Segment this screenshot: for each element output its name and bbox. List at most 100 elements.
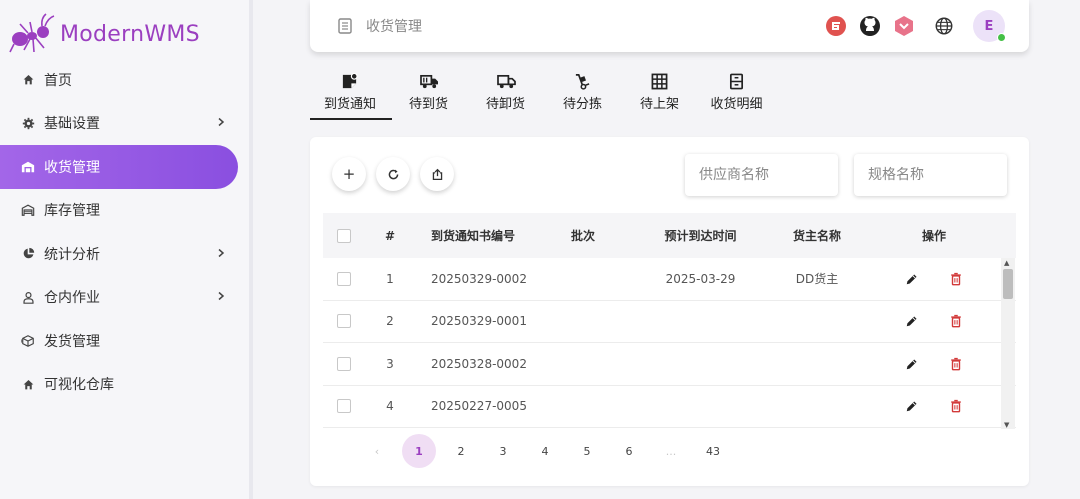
last-page-button[interactable]: 43 — [696, 434, 730, 468]
tab-2[interactable]: 待卸货 — [467, 62, 544, 120]
edit-icon[interactable] — [904, 313, 920, 329]
chevron-right-icon — [216, 115, 226, 131]
row-checkbox-cell — [323, 356, 365, 371]
table-row[interactable]: 3 20250328-0002 — [323, 343, 1016, 386]
edit-icon[interactable] — [904, 398, 920, 414]
cell-actions — [854, 313, 1014, 329]
delete-icon[interactable] — [948, 313, 964, 329]
delete-icon[interactable] — [948, 398, 964, 414]
row-checkbox[interactable] — [337, 356, 351, 371]
row-checkbox[interactable] — [337, 399, 351, 414]
col-header-actions: 操作 — [921, 229, 946, 243]
sidebar-item-6[interactable]: 发货管理 — [0, 319, 238, 363]
github-icon[interactable] — [859, 15, 881, 37]
sidebar-item-0[interactable]: 首页 — [0, 58, 238, 102]
tab-5[interactable]: 收货明细 — [698, 62, 775, 120]
row-actions — [904, 271, 964, 287]
sidebar-item-1[interactable]: 基础设置 — [0, 102, 238, 146]
brand-icon[interactable] — [893, 15, 915, 37]
row-checkbox[interactable] — [337, 314, 351, 329]
delete-icon[interactable] — [948, 271, 964, 287]
page-button[interactable]: 3 — [486, 434, 520, 468]
ant-logo-icon — [9, 13, 55, 53]
page-button[interactable]: 1 — [402, 434, 436, 468]
col-header-index: # — [384, 228, 396, 243]
page-button[interactable]: 2 — [444, 434, 478, 468]
supplier-name-input[interactable] — [685, 154, 838, 196]
table-row[interactable]: 4 20250227-0005 — [323, 386, 1016, 428]
page-button[interactable]: 5 — [570, 434, 604, 468]
tab-label: 待到货 — [408, 97, 448, 112]
sidebar-item-4[interactable]: 统计分析 — [0, 232, 238, 276]
page-title: 收货管理 — [366, 19, 422, 35]
sidebar-item-7[interactable]: 可视化仓库 — [0, 363, 238, 407]
sidebar-item-5[interactable]: 仓内作业 — [0, 276, 238, 320]
sidebar-item-label: 收货管理 — [44, 159, 100, 176]
table-row[interactable]: 1 20250329-0002 2025-03-29 DD货主 — [323, 258, 1016, 301]
note-icon — [341, 72, 359, 91]
sidebar-item-3[interactable]: 库存管理 — [0, 189, 238, 233]
refresh-button[interactable] — [376, 157, 410, 191]
table-scrollbar[interactable]: ▲ ▼ — [1001, 258, 1015, 429]
brand-name: ModernWMS — [60, 21, 200, 47]
cell-index: 3 — [386, 356, 394, 371]
cell-owner: DD货主 — [795, 272, 839, 287]
pagination: ‹ 1 2 3 4 5 6... 43 — [360, 434, 738, 468]
header-bar: 收货管理 E — [310, 0, 1029, 52]
col-header-batch: 批次 — [570, 229, 595, 243]
globe-icon[interactable] — [933, 15, 955, 37]
warehouse-in-icon — [20, 159, 36, 175]
cell-index: 1 — [386, 271, 394, 286]
sidebar-menu: 首页基础设置收货管理库存管理统计分析仓内作业 发货管理 可视化仓库 — [0, 58, 253, 406]
export-icon — [432, 168, 442, 180]
table-body: 1 20250329-0002 2025-03-29 DD货主 2 20250329-00… — [323, 258, 1016, 428]
page-button[interactable]: 4 — [528, 434, 562, 468]
arrival-notice-table: # 到货通知书编号 批次 预计到达时间 货主名称 操作 1 20250329-00… — [323, 213, 1016, 428]
export-button[interactable] — [420, 157, 454, 191]
online-status-dot — [997, 33, 1006, 42]
tab-4[interactable]: 待上架 — [621, 62, 698, 120]
scrollbar-thumb[interactable] — [1003, 269, 1013, 299]
avatar-letter: E — [984, 18, 994, 34]
gitee-icon[interactable] — [825, 15, 847, 37]
logo[interactable]: ModernWMS — [8, 12, 200, 56]
truck-icon — [419, 73, 438, 91]
page-ellipsis: ... — [665, 444, 677, 458]
delete-icon[interactable] — [948, 356, 964, 372]
tab-label: 到货通知 — [323, 97, 376, 112]
tab-0[interactable]: 到货通知 — [310, 62, 392, 120]
select-all-checkbox[interactable] — [337, 228, 351, 243]
col-header-code: 到货通知书编号 — [431, 229, 516, 243]
sidebar-item-label: 首页 — [44, 72, 72, 89]
row-actions — [904, 313, 964, 329]
page-button[interactable]: 6 — [612, 434, 646, 468]
row-actions — [904, 356, 964, 372]
chevron-right-icon — [216, 289, 226, 305]
cell-actions — [854, 271, 1014, 287]
truck-unload-icon — [496, 73, 516, 91]
edit-icon[interactable] — [904, 356, 920, 372]
user-avatar[interactable]: E — [973, 10, 1006, 42]
edit-icon[interactable] — [904, 271, 920, 287]
sidebar-item-2[interactable]: 收货管理 — [0, 145, 238, 189]
cell-code: 20250227-0005 — [431, 399, 527, 414]
scroll-down-arrow-icon[interactable]: ▼ — [1004, 421, 1009, 429]
sidebar-item-label: 基础设置 — [44, 116, 100, 133]
cell-code: 20250329-0002 — [431, 271, 527, 286]
tab-1[interactable]: 待到货 — [390, 62, 467, 120]
warehouse-icon — [20, 202, 36, 218]
cell-actions — [854, 398, 1014, 414]
col-header-eta: 预计到达时间 — [664, 229, 737, 243]
cell-index: 2 — [386, 314, 394, 329]
prev-page-button[interactable]: ‹ — [360, 434, 394, 468]
shipping-icon — [20, 333, 36, 349]
sidebar: ModernWMS 首页基础设置收货管理库存管理统计分析仓内作业 发货管理 可视化仓… — [0, 0, 253, 499]
add-button[interactable]: + — [332, 157, 366, 191]
sidebar-item-label: 统计分析 — [44, 246, 100, 263]
spec-name-input[interactable] — [854, 154, 1007, 196]
row-checkbox[interactable] — [337, 271, 351, 286]
table-row[interactable]: 2 20250329-0001 — [323, 301, 1016, 343]
scroll-up-arrow-icon[interactable]: ▲ — [1004, 259, 1009, 267]
tab-3[interactable]: 待分拣 — [544, 62, 621, 120]
tab-label: 待分拣 — [562, 97, 602, 112]
